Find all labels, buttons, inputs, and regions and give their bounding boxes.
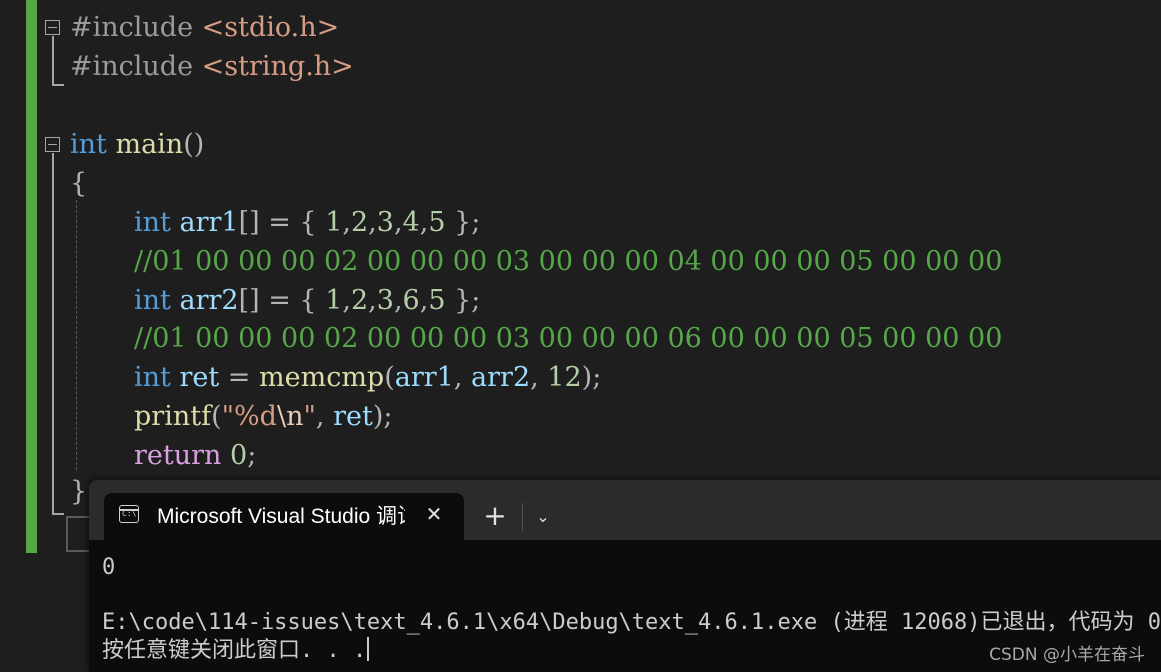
string-literal: "%d bbox=[221, 401, 277, 432]
console-icon-glyph: C:\ bbox=[122, 509, 137, 518]
close-icon[interactable]: ✕ bbox=[422, 502, 446, 526]
code-line-13: } bbox=[70, 472, 87, 511]
keyword: int bbox=[134, 207, 171, 238]
punctuation: , bbox=[342, 207, 351, 238]
number: 6 bbox=[402, 285, 420, 316]
console-prompt-text: 按任意键关闭此窗口. . . bbox=[102, 638, 367, 663]
punctuation: , bbox=[530, 362, 548, 393]
variable: ret bbox=[333, 401, 373, 432]
include-header: <stdio.h> bbox=[201, 12, 340, 43]
keyword: int bbox=[134, 362, 171, 393]
keyword: int bbox=[70, 129, 107, 160]
punctuation: ( bbox=[211, 401, 222, 432]
terminal-tab-bar: C:\ Microsoft Visual Studio 调试控制台 ✕ + ⌄ bbox=[89, 480, 1161, 540]
comment: //01 00 00 00 02 00 00 00 03 00 00 00 06… bbox=[134, 323, 1003, 354]
code-line-4: int main() bbox=[70, 125, 204, 164]
collapse-icon[interactable] bbox=[45, 137, 60, 152]
number: 0 bbox=[230, 440, 248, 471]
text-cursor bbox=[367, 637, 370, 661]
preprocessor-directive: #include bbox=[70, 12, 194, 43]
number: 3 bbox=[376, 285, 394, 316]
terminal-tab[interactable]: C:\ Microsoft Visual Studio 调试控制台 ✕ bbox=[104, 493, 464, 540]
comment: //01 00 00 00 02 00 00 00 03 00 00 00 04… bbox=[134, 246, 1003, 277]
collapse-icon[interactable] bbox=[45, 20, 60, 35]
number: 1 bbox=[325, 207, 343, 238]
code-line-8: int arr2[] = { 1,2,3,6,5 }; bbox=[134, 281, 480, 320]
punctuation: = bbox=[219, 362, 260, 393]
preprocessor-directive: #include bbox=[70, 51, 194, 82]
punctuation: , bbox=[453, 362, 472, 393]
number: 12 bbox=[547, 362, 582, 393]
outline-line bbox=[52, 84, 64, 86]
outline-line bbox=[52, 36, 54, 86]
punctuation: ); bbox=[372, 401, 393, 432]
punctuation: , bbox=[393, 285, 403, 316]
number: 4 bbox=[402, 207, 420, 238]
code-line-2: #include <string.h> bbox=[70, 47, 354, 86]
punctuation: , bbox=[393, 207, 403, 238]
punctuation: [] = { bbox=[238, 285, 326, 316]
brace: { bbox=[70, 168, 88, 199]
punctuation: }; bbox=[445, 207, 481, 238]
tab-separator bbox=[522, 503, 523, 531]
change-indicator-bar bbox=[26, 0, 37, 553]
brace: } bbox=[70, 476, 88, 507]
code-line-1: #include <stdio.h> bbox=[70, 8, 339, 47]
console-output-line: 0 bbox=[102, 555, 116, 580]
watermark: CSDN @小羊在奋斗 bbox=[989, 645, 1145, 665]
new-tab-button[interactable]: + bbox=[479, 500, 511, 532]
number: 1 bbox=[325, 285, 343, 316]
code-line-9: //01 00 00 00 02 00 00 00 03 00 00 00 06… bbox=[134, 319, 1002, 358]
punctuation: ); bbox=[581, 362, 602, 393]
punctuation: , bbox=[368, 285, 377, 316]
number: 2 bbox=[350, 285, 369, 316]
outline-line bbox=[52, 513, 64, 515]
code-line-5: { bbox=[70, 164, 87, 203]
escape-sequence: \n bbox=[276, 401, 304, 432]
punctuation: ; bbox=[247, 440, 257, 471]
punctuation: ( bbox=[384, 362, 395, 393]
outline-line bbox=[52, 153, 54, 515]
code-line-11: printf("%d\n", ret); bbox=[134, 397, 392, 436]
number: 3 bbox=[376, 207, 394, 238]
variable: arr1 bbox=[394, 362, 454, 393]
punctuation: , bbox=[315, 401, 334, 432]
variable: arr1 bbox=[179, 207, 239, 238]
include-header: <string.h> bbox=[201, 51, 354, 82]
function-name: main bbox=[115, 129, 184, 160]
number: 5 bbox=[428, 285, 446, 316]
code-line-10: int ret = memcmp(arr1, arr2, 12); bbox=[134, 358, 601, 397]
console-icon: C:\ bbox=[119, 505, 139, 523]
code-line-12: return 0; bbox=[134, 436, 256, 475]
punctuation: () bbox=[183, 129, 205, 160]
indent-guide bbox=[76, 200, 77, 470]
function-name: printf bbox=[134, 401, 212, 432]
chevron-down-icon[interactable]: ⌄ bbox=[529, 502, 557, 532]
keyword: return bbox=[134, 440, 222, 471]
console-output-line: 按任意键关闭此窗口. . . bbox=[102, 637, 370, 665]
variable: arr2 bbox=[471, 362, 531, 393]
function-name: memcmp bbox=[259, 362, 385, 393]
punctuation: [] = { bbox=[238, 207, 326, 238]
code-line-6: int arr1[] = { 1,2,3,4,5 }; bbox=[134, 203, 480, 242]
tab-title: Microsoft Visual Studio 调试控制台 bbox=[157, 505, 405, 528]
variable: ret bbox=[179, 362, 220, 393]
string-literal: " bbox=[303, 401, 316, 432]
number: 2 bbox=[350, 207, 369, 238]
variable: arr2 bbox=[179, 285, 239, 316]
number: 5 bbox=[428, 207, 446, 238]
punctuation: }; bbox=[445, 285, 481, 316]
keyword: int bbox=[134, 285, 171, 316]
code-line-7: //01 00 00 00 02 00 00 00 03 00 00 00 04… bbox=[134, 242, 1002, 281]
punctuation: , bbox=[368, 207, 377, 238]
punctuation: , bbox=[342, 285, 351, 316]
console-output-line: E:\code\114-issues\text_4.6.1\x64\Debug\… bbox=[102, 610, 1161, 635]
